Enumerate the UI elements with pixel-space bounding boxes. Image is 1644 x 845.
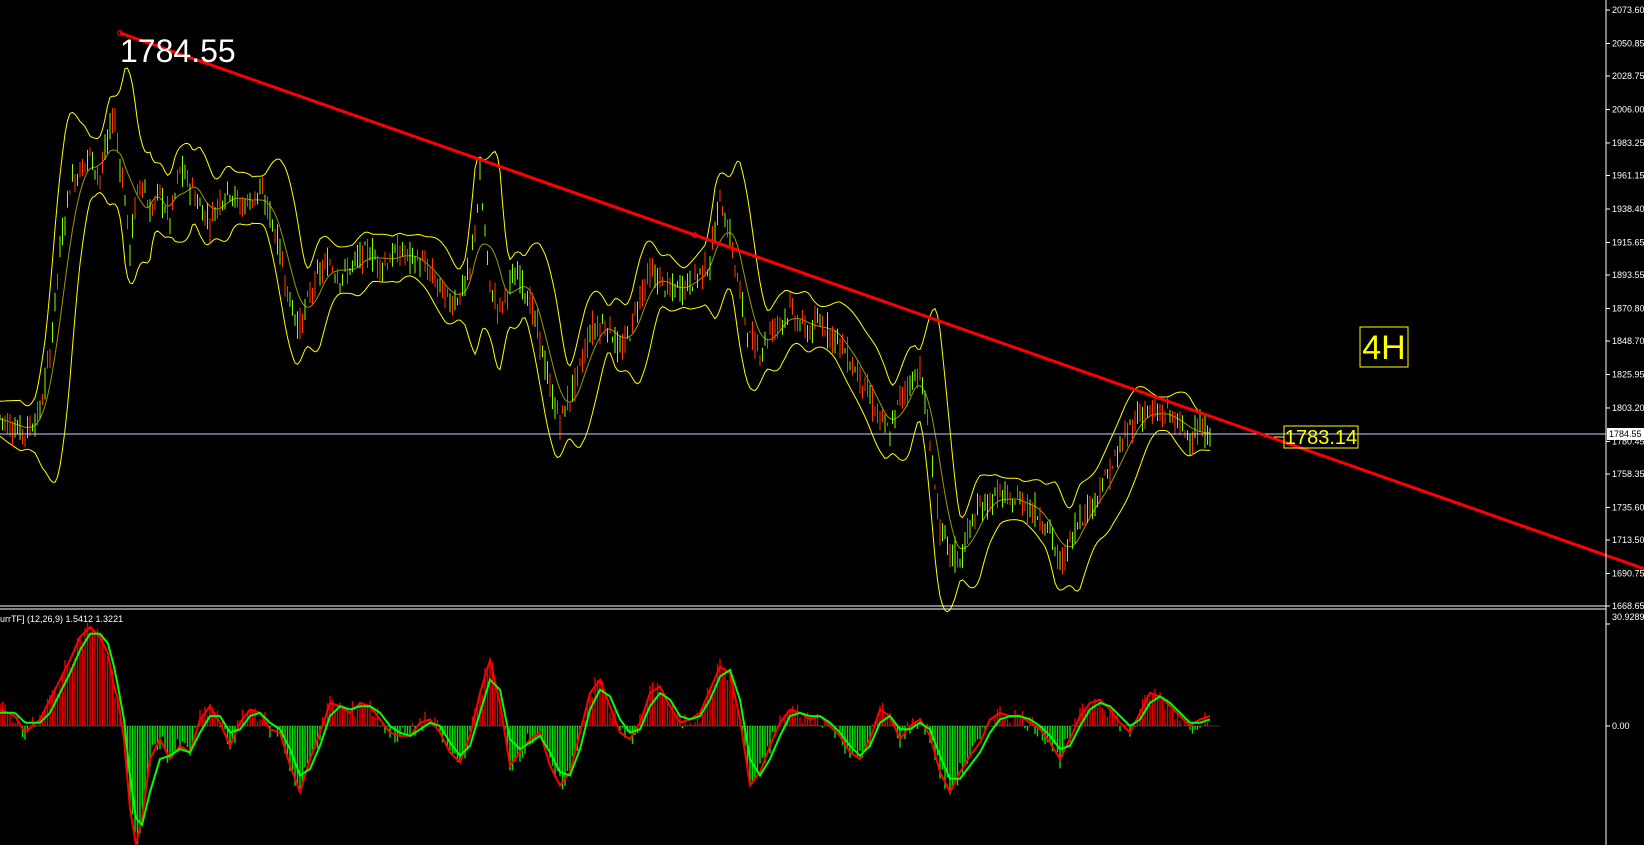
current-price-axis-label: 1784.55	[1607, 428, 1644, 440]
macd-zero-tick: 0.00	[1612, 721, 1630, 731]
price-tick-label: 1938.40	[1612, 204, 1644, 214]
price-tick-label: 1915.65	[1612, 237, 1644, 247]
price-tick-label: 1690.75	[1612, 568, 1644, 578]
timeframe-label: 4H	[1359, 326, 1409, 368]
price-tick-label: 2006.00	[1612, 104, 1644, 114]
price-tick-label: 1961.15	[1612, 171, 1644, 181]
price-tick-label: 2050.85	[1612, 38, 1644, 48]
current-price-tag: 1783.14	[1274, 425, 1359, 449]
trading-chart[interactable]: 1784.55 4H 1783.14 urrTF] (12,26,9) 1.54…	[0, 0, 1644, 845]
timeframe-text: 4H	[1362, 329, 1405, 367]
price-tick-label: 1713.50	[1612, 535, 1644, 545]
price-tick-label: 1893.55	[1612, 270, 1644, 280]
price-tick-label: 1668.65	[1612, 601, 1644, 611]
price-tick-label: 1870.80	[1612, 303, 1644, 313]
price-tick-label: 1735.60	[1612, 502, 1644, 512]
price-tick-label: 1825.95	[1612, 369, 1644, 379]
price-tick-label: 2028.75	[1612, 71, 1644, 81]
price-tick-label: 2073.60	[1612, 5, 1644, 15]
current-price-tag-text: 1783.14	[1285, 427, 1357, 449]
price-tick-label: 1758.35	[1612, 469, 1644, 479]
price-tick-label: 1803.20	[1612, 403, 1644, 413]
macd-title: urrTF] (12,26,9) 1.5412 1.3221	[0, 614, 123, 624]
price-tick-label: 1848.70	[1612, 336, 1644, 346]
current-price-axis-text: 1784.55	[1609, 429, 1642, 439]
macd-top-tick: 30.9289	[1612, 612, 1644, 622]
price-tick-label: 1983.25	[1612, 138, 1644, 148]
peak-annotation: 1784.55	[120, 33, 236, 69]
